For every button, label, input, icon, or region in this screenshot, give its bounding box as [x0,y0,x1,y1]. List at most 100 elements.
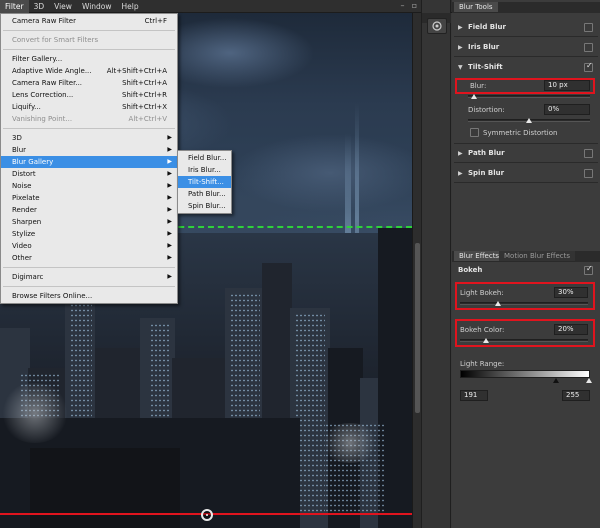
distortion-label: Distortion: [468,106,505,114]
menu-item-other[interactable]: Other ▶ [1,252,177,264]
bokeh-color-slider[interactable] [460,339,588,342]
menu-separator [3,128,175,129]
menu-3d[interactable]: 3D [29,0,50,13]
menu-shortcut: Shift+Ctrl+X [122,103,167,111]
minimize-icon[interactable]: – [397,1,408,11]
menu-item-label: Render [12,206,37,214]
menu-item-label: Video [12,242,32,250]
menu-item-camera-raw-filter-repeat[interactable]: Camera Raw Filter Ctrl+F [1,15,177,27]
scrollbar-thumb[interactable] [415,243,420,413]
menu-item-adaptive-wide-angle[interactable]: Adaptive Wide Angle... Alt+Shift+Ctrl+A [1,65,177,77]
menu-item-label: Sharpen [12,218,42,226]
section-label: Path Blur [468,149,505,157]
light-bokeh-slider-knob[interactable] [495,301,502,306]
restore-icon[interactable]: ▫ [409,1,420,11]
menu-separator [3,267,175,268]
menu-item-liquify[interactable]: Liquify... Shift+Ctrl+X [1,101,177,113]
menu-view[interactable]: View [49,0,77,13]
distortion-value-field[interactable]: 0% [544,104,590,115]
menu-item-label: Camera Raw Filter [12,17,76,25]
tilt-shift-checkbox[interactable] [584,61,593,72]
iris-blur-checkbox[interactable] [584,43,593,52]
menu-item-sharpen[interactable]: Sharpen ▶ [1,216,177,228]
expand-icon[interactable]: ▶ [458,24,463,31]
section-iris-blur[interactable]: ▶ Iris Blur [454,38,598,57]
tab-motion-blur-effects[interactable]: Motion Blur Effects [499,251,576,262]
menu-item-label: Distort [12,170,36,178]
submenu-item-tilt-shift[interactable]: Tilt-Shift... [178,176,231,188]
submenu-arrow-icon: ▶ [167,194,172,201]
menu-item-label: Stylize [12,230,36,238]
menu-item-digimarc[interactable]: Digimarc ▶ [1,271,177,283]
submenu-item-field-blur[interactable]: Field Blur... [178,152,231,164]
panel-icon-strip [421,0,451,528]
menu-item-stylize[interactable]: Stylize ▶ [1,228,177,240]
field-blur-checkbox[interactable] [584,23,593,32]
bokeh-color-label: Bokeh Color: [460,326,505,334]
bokeh-checkbox[interactable] [584,264,593,275]
blur-pin-icon[interactable] [201,509,213,521]
submenu-arrow-icon: ▶ [167,230,172,237]
expand-icon[interactable]: ▶ [458,44,463,51]
menu-item-blur[interactable]: Blur ▶ [1,144,177,156]
menu-item-label: Noise [12,182,32,190]
blur-slider-knob[interactable] [471,94,478,99]
blur-tools-panel-icon[interactable] [427,18,447,34]
light-range-low-field[interactable]: 191 [460,390,488,401]
menu-item-label: Pixelate [12,194,40,202]
menu-item-pixelate[interactable]: Pixelate ▶ [1,192,177,204]
menu-item-label: Liquify... [12,103,41,111]
menu-shortcut: Shift+Ctrl+A [122,79,167,87]
menu-item-render[interactable]: Render ▶ [1,204,177,216]
expand-icon[interactable]: ▶ [458,150,463,157]
canvas-scrollbar[interactable] [412,13,421,528]
menu-window[interactable]: Window [77,0,117,13]
menu-item-convert-smart-filters[interactable]: Convert for Smart Filters [1,34,177,46]
submenu-arrow-icon: ▶ [167,254,172,261]
menu-item-vanishing-point[interactable]: Vanishing Point... Alt+Ctrl+V [1,113,177,125]
light-bokeh-value-field[interactable]: 30% [554,287,588,298]
section-label: Tilt-Shift [468,63,503,71]
menu-item-distort[interactable]: Distort ▶ [1,168,177,180]
filter-menu: Camera Raw Filter Ctrl+F Convert for Smar… [0,13,178,304]
menu-item-label: Vanishing Point... [12,115,73,123]
section-spin-blur[interactable]: ▶ Spin Blur [454,164,598,183]
submenu-item-path-blur[interactable]: Path Blur... [178,188,231,200]
submenu-arrow-icon: ▶ [167,158,172,165]
tab-blur-tools[interactable]: Blur Tools [454,2,498,13]
menu-item-label: 3D [12,134,22,142]
path-blur-checkbox[interactable] [584,149,593,158]
tab-blur-effects[interactable]: Blur Effects [454,251,505,262]
spin-blur-checkbox[interactable] [584,169,593,178]
symmetric-distortion-checkbox[interactable] [470,128,479,137]
light-range-low-knob[interactable] [553,378,559,383]
menu-item-browse-filters-online[interactable]: Browse Filters Online... [1,290,177,302]
menu-separator [3,286,175,287]
expand-icon[interactable]: ▶ [458,170,463,177]
menu-item-blur-gallery[interactable]: Blur Gallery ▶ [1,156,177,168]
menu-item-label: Filter Gallery... [12,55,63,63]
menu-item-filter-gallery[interactable]: Filter Gallery... [1,53,177,65]
menu-help[interactable]: Help [117,0,144,13]
light-bokeh-slider[interactable] [460,302,588,305]
blur-slider[interactable] [468,95,590,98]
light-range-high-knob[interactable] [586,378,592,383]
bokeh-color-value-field[interactable]: 20% [554,324,588,335]
section-path-blur[interactable]: ▶ Path Blur [454,144,598,163]
light-range-label: Light Range: [460,360,505,368]
distortion-slider-knob[interactable] [526,118,532,123]
submenu-item-spin-blur[interactable]: Spin Blur... [178,200,231,212]
menu-item-noise[interactable]: Noise ▶ [1,180,177,192]
bokeh-color-slider-knob[interactable] [482,338,489,343]
section-field-blur[interactable]: ▶ Field Blur [454,18,598,37]
collapse-icon[interactable]: ▼ [458,64,463,71]
menu-item-camera-raw-filter[interactable]: Camera Raw Filter... Shift+Ctrl+A [1,77,177,89]
light-range-high-field[interactable]: 255 [562,390,590,401]
menu-item-lens-correction[interactable]: Lens Correction... Shift+Ctrl+R [1,89,177,101]
light-range-gradient [460,370,590,378]
menu-item-video[interactable]: Video ▶ [1,240,177,252]
menu-item-3d[interactable]: 3D ▶ [1,132,177,144]
submenu-item-iris-blur[interactable]: Iris Blur... [178,164,231,176]
submenu-arrow-icon: ▶ [167,242,172,249]
menu-filter[interactable]: Filter [0,0,29,13]
